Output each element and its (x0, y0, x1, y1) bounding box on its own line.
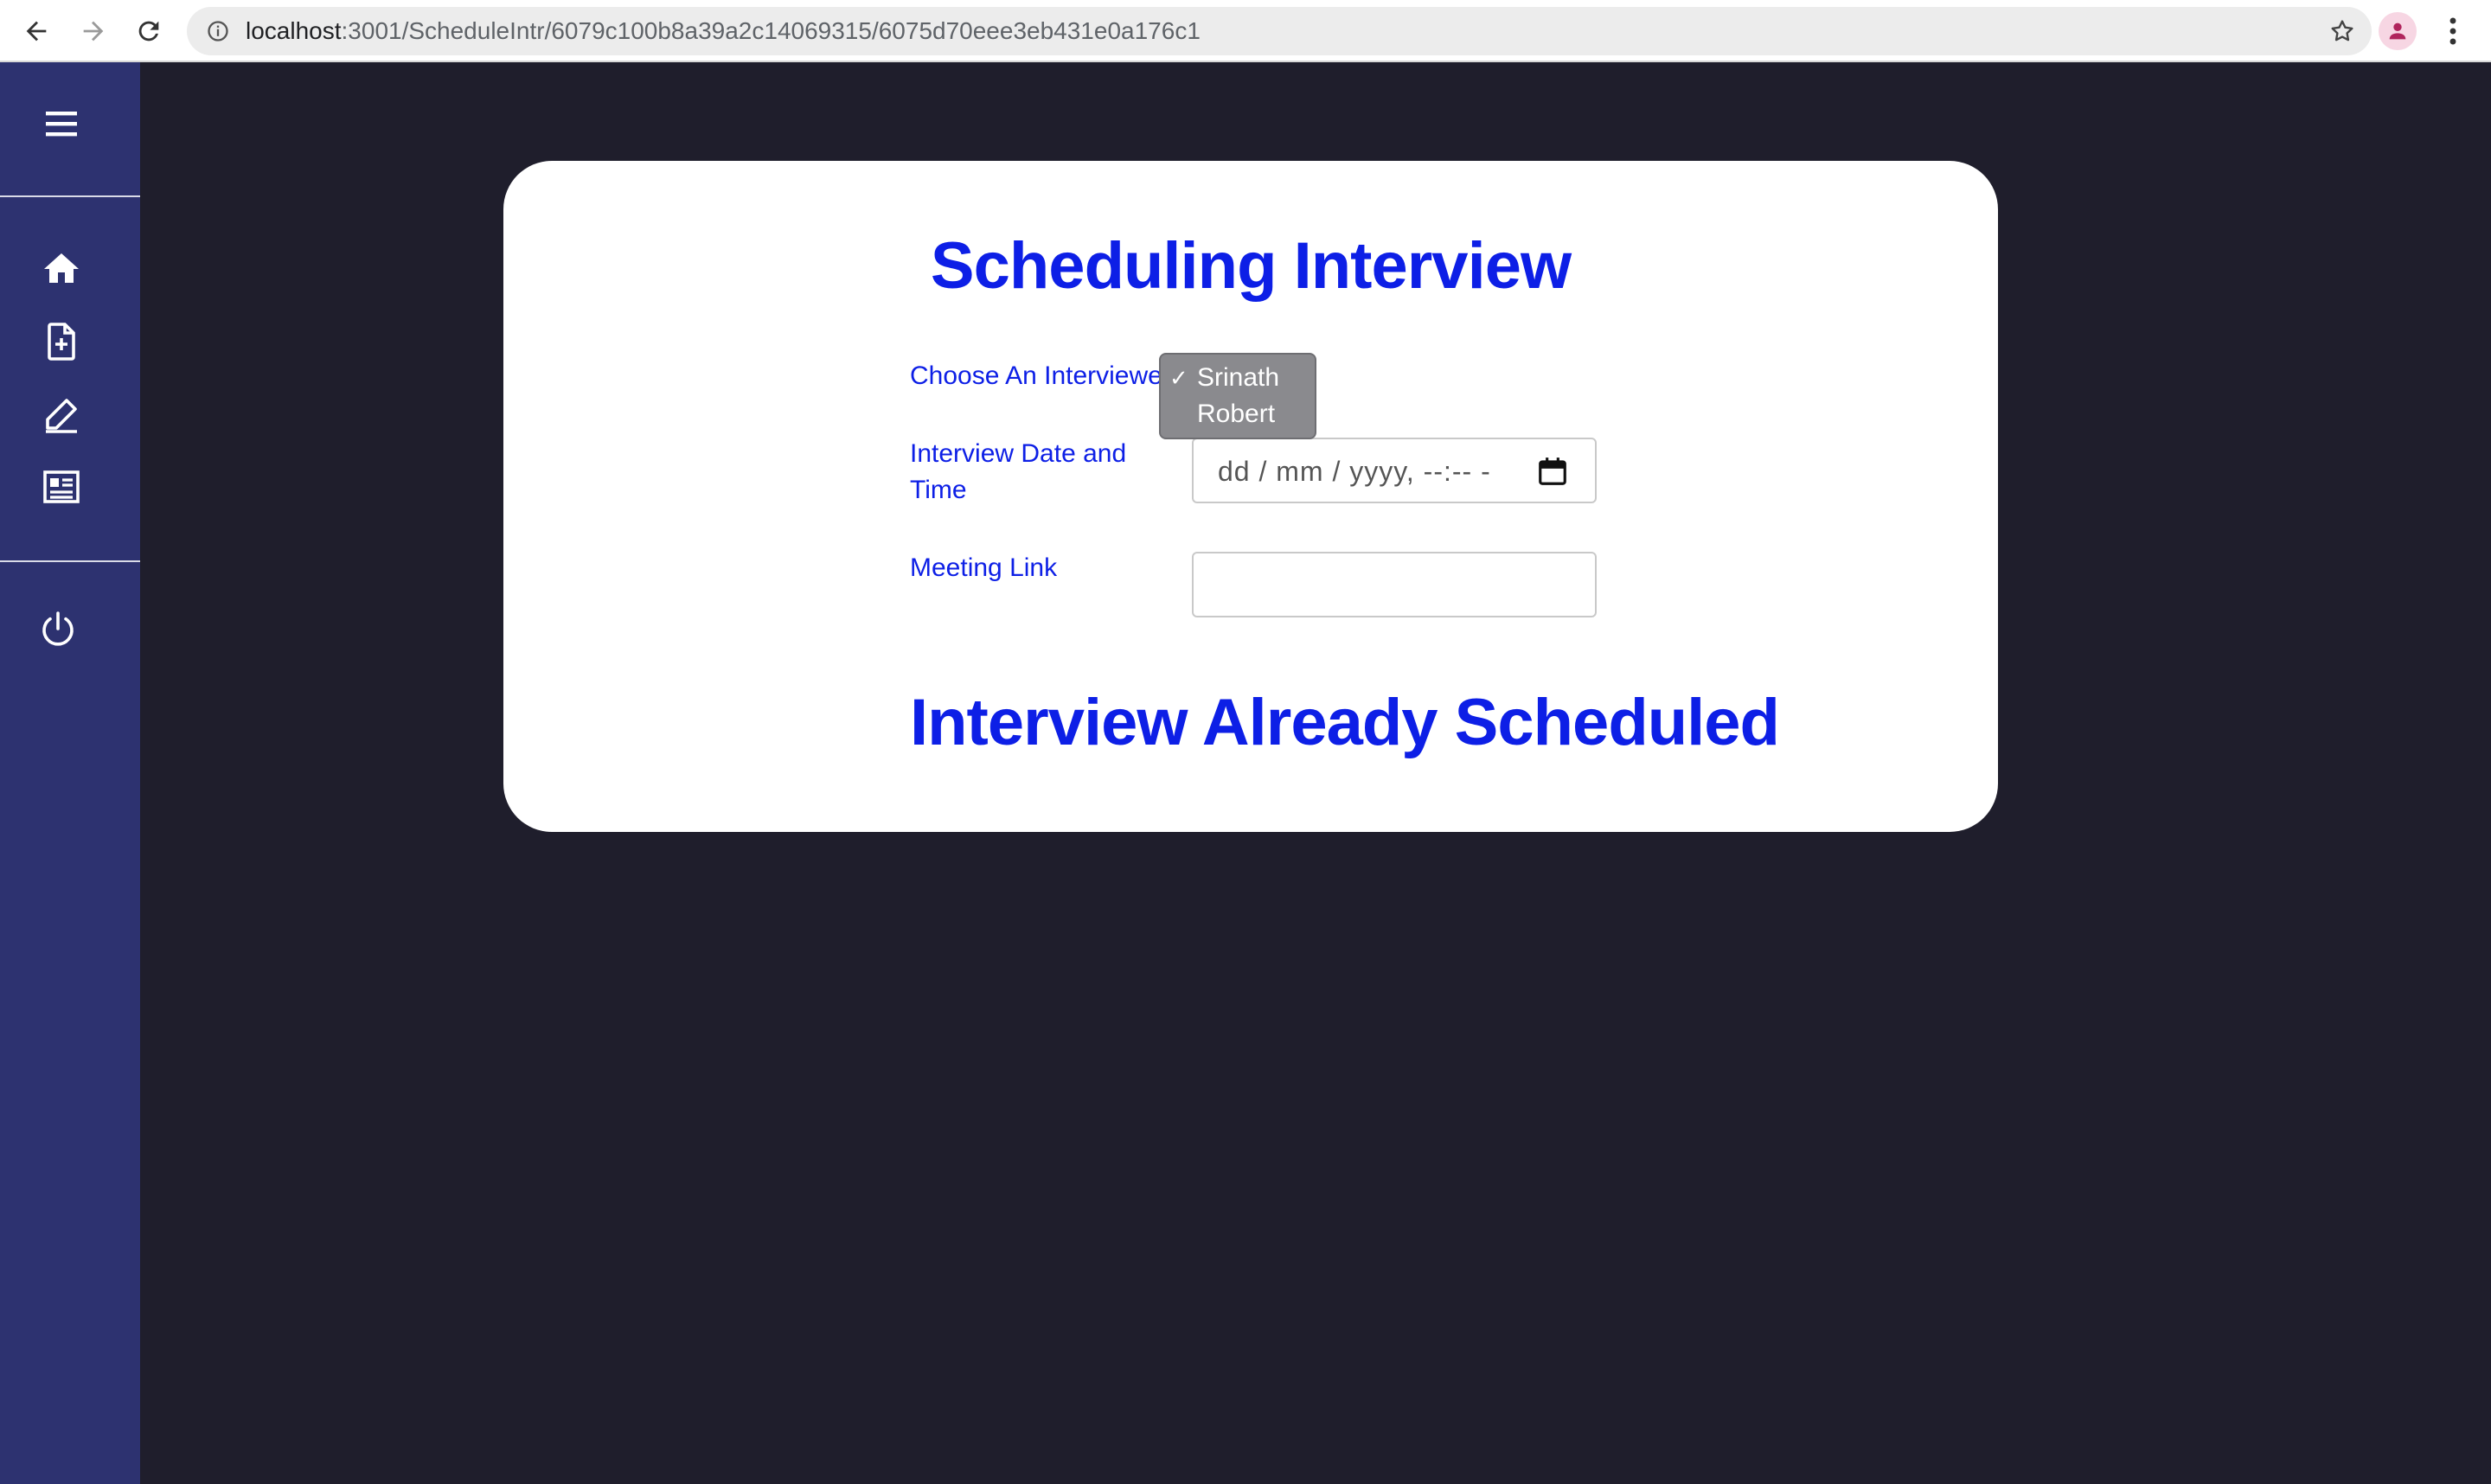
schedule-interview-card: Scheduling Interview Choose An Interview… (503, 161, 1998, 832)
bookmark-star-icon[interactable] (2328, 17, 2356, 45)
datetime-label-line1: Interview Date and (910, 439, 1127, 468)
forward-button[interactable] (74, 12, 112, 50)
back-button[interactable] (17, 12, 55, 50)
sidebar-item-add-document[interactable] (36, 317, 86, 367)
power-icon (42, 611, 74, 646)
sidebar-item-logout[interactable] (33, 604, 83, 654)
meeting-link-label: Meeting Link (910, 553, 1058, 582)
interviewer-select-dropdown[interactable]: ✓ Srinath Robert (1159, 353, 1316, 439)
url-host: localhost (246, 17, 342, 44)
arrow-right-icon (83, 21, 104, 42)
info-icon[interactable] (206, 19, 230, 43)
home-icon (44, 253, 79, 283)
page-title: Scheduling Interview (930, 229, 1572, 303)
sidebar-item-news[interactable] (36, 462, 86, 512)
hamburger-menu-button[interactable] (36, 99, 86, 149)
checkmark-icon: ✓ (1169, 365, 1188, 391)
url-text[interactable]: localhost:3001/ScheduleIntr/6079c100b8a3… (246, 7, 1201, 55)
option-label: Srinath (1197, 363, 1280, 392)
reload-button[interactable] (130, 12, 168, 50)
reload-icon (138, 21, 159, 42)
menu-kebab-icon[interactable] (2441, 16, 2465, 47)
arrow-left-icon (26, 21, 47, 42)
sidebar (0, 62, 140, 1484)
interview-datetime-input[interactable]: dd / mm / yyyy, --:-- - (1192, 438, 1597, 503)
interviewer-option-robert[interactable]: Robert (1161, 396, 1318, 432)
sidebar-item-home[interactable] (36, 244, 86, 294)
interviewer-option-srinath[interactable]: ✓ Srinath (1161, 360, 1318, 396)
sidebar-divider (0, 195, 140, 197)
option-label: Robert (1197, 400, 1276, 428)
address-bar[interactable]: localhost:3001/ScheduleIntr/6079c100b8a3… (187, 7, 2372, 55)
datetime-label-line2: Time (910, 476, 967, 504)
sidebar-divider (0, 560, 140, 562)
sidebar-item-edit[interactable] (36, 389, 86, 439)
newspaper-icon (43, 470, 80, 503)
hamburger-icon (46, 112, 77, 137)
url-path: :3001/ScheduleIntr/6079c100b8a39a2c14069… (341, 17, 1201, 44)
file-plus-icon (48, 323, 75, 361)
datetime-placeholder: dd / mm / yyyy, --:-- - (1218, 456, 1491, 487)
interviewer-label: Choose An Interviewer (910, 361, 1171, 390)
calendar-icon[interactable] (1536, 455, 1569, 488)
browser-toolbar: localhost:3001/ScheduleIntr/6079c100b8a3… (0, 0, 2491, 62)
person-icon (2389, 22, 2406, 40)
status-message: Interview Already Scheduled (910, 686, 1780, 759)
meeting-link-input[interactable] (1192, 552, 1597, 617)
pencil-icon (46, 399, 77, 433)
profile-avatar-button[interactable] (2379, 12, 2417, 50)
